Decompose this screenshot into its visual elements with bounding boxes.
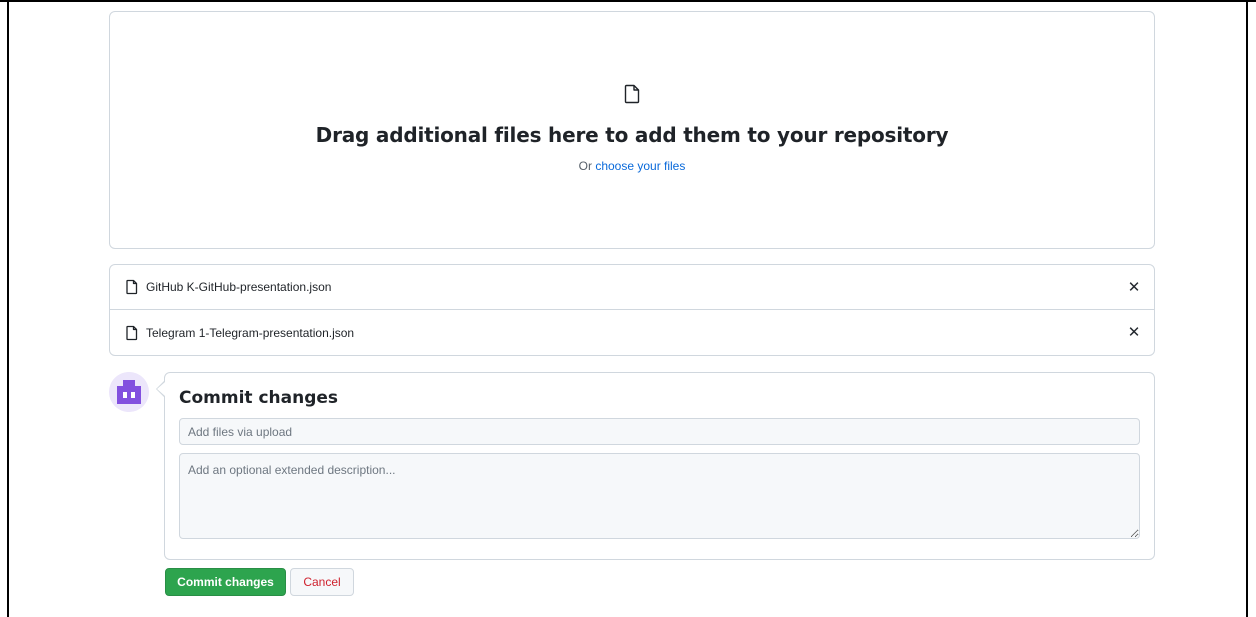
identicon-icon — [109, 372, 149, 412]
file-icon — [126, 325, 138, 340]
file-icon — [126, 279, 138, 295]
file-icon — [624, 84, 640, 104]
file-name: Telegram 1-Telegram-presentation.json — [146, 325, 355, 340]
choose-files-link[interactable]: choose your files — [595, 159, 685, 173]
commit-changes-button[interactable]: Commit changes — [165, 568, 286, 596]
commit-form-caret-fill — [157, 382, 165, 396]
dropzone-prefix: Or — [578, 159, 596, 173]
commit-description-input[interactable] — [179, 453, 1140, 539]
file-list-item: Telegram 1-Telegram-presentation.json ✕ — [110, 310, 1154, 355]
file-list-item: GitHub K-GitHub-presentation.json ✕ — [110, 265, 1154, 310]
commit-summary-input[interactable] — [179, 418, 1140, 445]
window-border-top — [0, 0, 1256, 2]
cancel-button[interactable]: Cancel — [290, 568, 354, 596]
uploaded-file-list: GitHub K-GitHub-presentation.json ✕ Tele… — [109, 264, 1155, 356]
dropzone-title: Drag additional files here to add them t… — [315, 123, 949, 147]
commit-title: Commit changes — [179, 388, 339, 408]
avatar[interactable] — [109, 372, 149, 412]
window-border-right — [1246, 0, 1248, 617]
window-border-left — [7, 0, 9, 617]
dropzone-subtitle: Or choose your files — [110, 157, 1154, 175]
remove-file-icon[interactable]: ✕ — [1126, 278, 1142, 296]
remove-file-icon[interactable]: ✕ — [1126, 323, 1142, 341]
file-name: GitHub K-GitHub-presentation.json — [146, 280, 332, 294]
file-dropzone[interactable]: Drag additional files here to add them t… — [109, 11, 1155, 249]
